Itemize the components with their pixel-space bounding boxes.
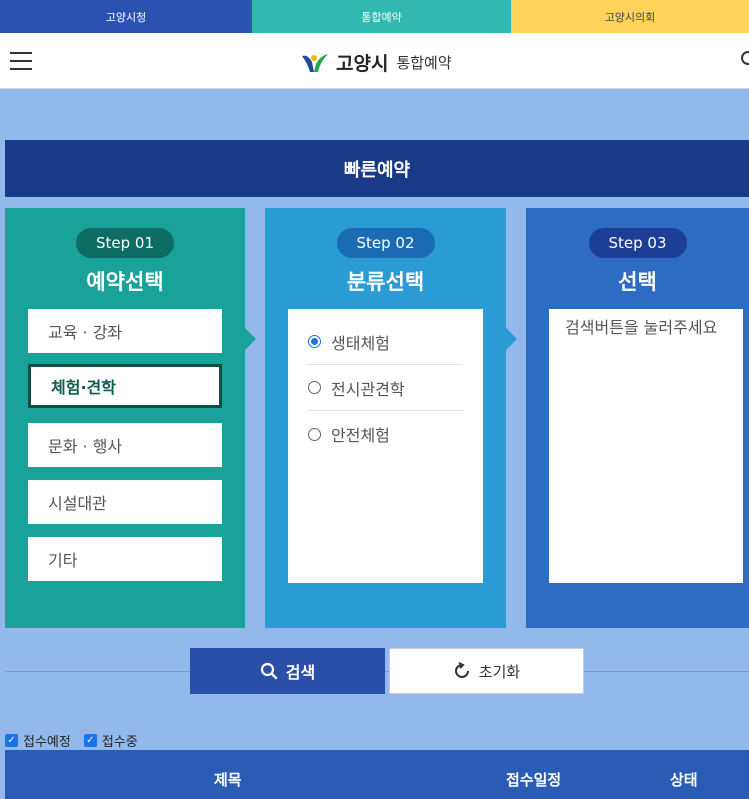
step3-panel: Step 03 선택 검색버튼을 눌러주세요 <box>526 208 749 628</box>
step2-panel: Step 02 분류선택 생태체험 전시관견학 안전체험 <box>265 208 506 628</box>
step1-title: 예약선택 <box>86 270 164 294</box>
filter-upcoming[interactable]: ✓ 접수예정 <box>5 731 71 750</box>
step1-badge: Step 01 <box>75 228 175 258</box>
status-filters: ✓ 접수예정 ✓ 접수중 <box>5 731 151 750</box>
quick-reservation-title: 빠른예약 <box>5 140 749 197</box>
link-city-council[interactable]: 고양시의회 <box>511 0 749 33</box>
subcategory-list: 생태체험 전시관견학 안전체험 <box>288 309 483 583</box>
category-education[interactable]: 교육 · 강좌 <box>28 309 222 353</box>
radio-safety-experience[interactable]: 안전체험 <box>308 411 463 457</box>
reset-button[interactable]: 초기화 <box>389 648 584 694</box>
category-culture[interactable]: 문화 · 행사 <box>28 423 222 467</box>
column-title: 제목 <box>214 771 242 789</box>
site-logo[interactable]: 고양시 통합예약 <box>300 49 452 76</box>
top-link-bar: 고양시청 통합예약 고양시의회 <box>0 0 749 33</box>
step2-arrow <box>506 328 517 350</box>
step3-badge: Step 03 <box>588 228 687 258</box>
radio-label: 생태체험 <box>331 333 390 353</box>
radio-eco-experience[interactable]: 생태체험 <box>308 319 463 365</box>
radio-label: 안전체험 <box>331 426 390 445</box>
column-status: 상태 <box>670 771 698 789</box>
radio-exhibition-tour[interactable]: 전시관견학 <box>308 365 463 411</box>
column-date: 접수일정 <box>506 771 562 789</box>
step1-panel: Step 01 예약선택 교육 · 강좌 체험·견학 문화 · 행사 시설대관 … <box>5 208 245 628</box>
result-hint: 검색버튼을 눌러주세요 <box>565 318 718 337</box>
goyang-logo-icon <box>302 53 328 72</box>
step1-arrow <box>245 328 256 350</box>
search-icon[interactable] <box>741 51 749 65</box>
radio-label: 전시관견학 <box>331 379 405 399</box>
filter-label: 접수중 <box>101 735 138 750</box>
checkbox-checked-icon: ✓ <box>5 734 18 747</box>
link-goyang-city-hall[interactable]: 고양시청 <box>0 0 252 33</box>
filter-label: 접수예정 <box>23 735 71 750</box>
menu-icon[interactable] <box>10 52 32 70</box>
search-icon <box>260 662 277 680</box>
step3-title: 선택 <box>618 270 657 294</box>
category-etc[interactable]: 기타 <box>28 537 222 581</box>
filter-open[interactable]: ✓ 접수중 <box>83 731 138 750</box>
site-header: 고양시 통합예약 <box>0 33 749 89</box>
logo-text: 고양시 <box>336 53 389 75</box>
search-button[interactable]: 검색 <box>190 648 385 694</box>
radio-unselected-icon <box>308 427 321 441</box>
category-facility-rental[interactable]: 시설대관 <box>28 480 222 524</box>
table-header: 제목 접수일정 상태 <box>5 750 749 799</box>
result-box: 검색버튼을 눌러주세요 <box>549 309 743 583</box>
radio-selected-icon <box>308 335 321 348</box>
step2-title: 분류선택 <box>346 270 425 294</box>
checkbox-checked-icon: ✓ <box>83 734 97 747</box>
logo-subtitle: 통합예약 <box>396 54 452 72</box>
link-integrated-reservation[interactable]: 통합예약 <box>252 0 511 33</box>
reset-button-label: 초기화 <box>478 662 521 681</box>
step2-badge: Step 02 <box>336 228 435 258</box>
refresh-icon <box>454 662 469 678</box>
radio-unselected-icon <box>308 381 321 394</box>
search-button-label: 검색 <box>285 663 316 682</box>
category-experience[interactable]: 체험·견학 <box>28 364 222 408</box>
